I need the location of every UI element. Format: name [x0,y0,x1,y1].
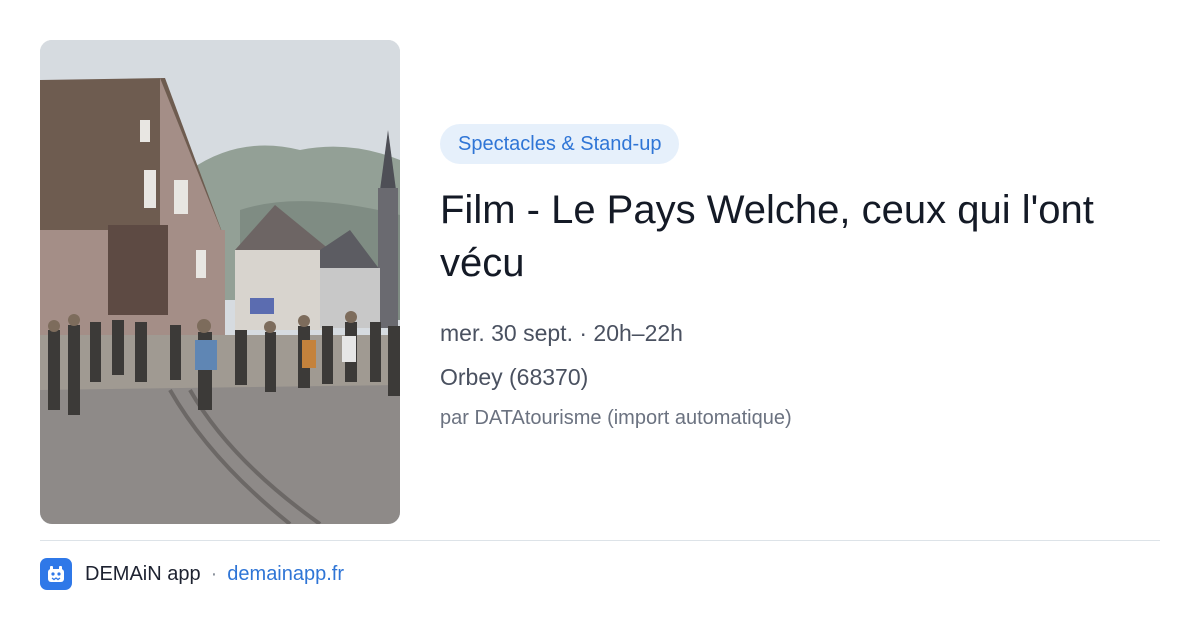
app-website-link[interactable]: demainapp.fr [227,563,344,586]
event-date-time: mer. 30 sept. · 20h–22h [440,320,683,346]
app-name: DEMAiN app [85,562,201,585]
footer-divider [40,540,1160,541]
demain-app-logo-icon [40,558,72,590]
footer-separator: · [210,562,218,585]
category-tag[interactable]: Spectacles & Stand-up [440,124,680,164]
event-title: Film - Le Pays Welche, ceux qui l'ont vé… [440,188,1094,285]
footer: DEMAiN app · demainapp.fr [40,558,344,590]
event-photo [40,40,400,524]
event-details: Spectacles & Stand-up Film - Le Pays Wel… [440,124,1160,432]
event-location: Orbey (68370) [440,364,589,390]
event-source: par DATAtourisme (import automatique) [440,407,792,429]
